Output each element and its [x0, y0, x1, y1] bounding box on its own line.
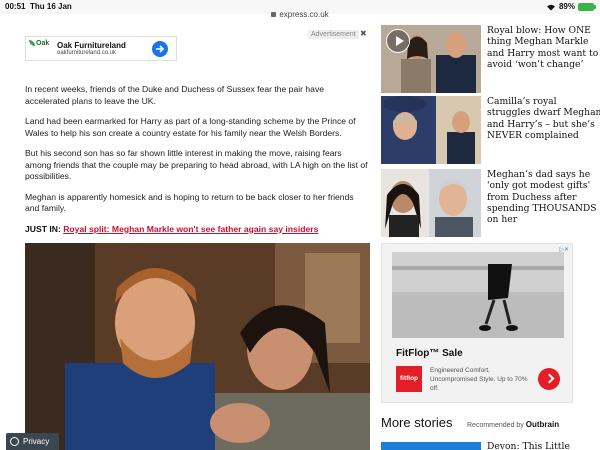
article-main-photo — [25, 243, 370, 450]
recommended-by[interactable]: Recommended by Outbrain — [467, 420, 559, 429]
just-in-label: JUST IN: — [25, 223, 61, 234]
sidebar-story[interactable]: Meghan’s dad says he 'only got modest gi… — [381, 169, 600, 237]
recommended-by-label: Recommended by — [467, 422, 524, 429]
ad-text-block: Oak Furnitureland oakfurnitureland.co.uk — [55, 41, 126, 56]
article-paragraph: In recent weeks, friends of the Duke and… — [25, 84, 325, 106]
story-thumbnail — [381, 169, 481, 237]
sidebar-ad-fitflop[interactable]: ▷✕ FitFlop™ Sale fitflop Engineered Comf… — [381, 243, 573, 403]
privacy-button[interactable]: Privacy — [6, 433, 59, 450]
more-stories-heading: More stories — [381, 415, 453, 430]
ad-domain: oakfurnitureland.co.uk — [57, 50, 117, 56]
outbrain-logo: Outbrain — [525, 420, 560, 429]
story-thumbnail — [381, 25, 481, 93]
gear-icon — [10, 437, 19, 446]
ad-brand-name: Oak Furnitureland — [57, 41, 126, 50]
sidebar-story-headline: Camilla’s royal struggles dwarf Meghan a… — [487, 96, 600, 141]
more-story-thumbnail[interactable] — [381, 442, 481, 450]
couple-photo-illustration — [25, 243, 370, 450]
fitflop-logo: fitflop — [396, 366, 422, 392]
leaf-icon — [29, 39, 35, 46]
just-in-link[interactable]: Royal split: Meghan Markle won't see fat… — [63, 224, 318, 234]
ad-close-icon[interactable]: ✖ — [360, 29, 367, 38]
sidebar-story-headline: Royal blow: How ONE thing Meghan Markle … — [487, 25, 599, 70]
article-paragraph: Land had been earmarked for Harry as par… — [25, 116, 356, 138]
ad-title: FitFlop™ Sale — [396, 348, 463, 359]
chevron-right-icon[interactable] — [538, 368, 560, 390]
sidebar-story[interactable]: Royal blow: How ONE thing Meghan Markle … — [381, 25, 600, 93]
article-body: In recent weeks, friends of the Duke and… — [25, 84, 370, 244]
url-text: express.co.uk — [279, 10, 329, 19]
ad-description: Engineered Comfort, Uncompromised Style.… — [430, 367, 528, 392]
advertisement-label: Advertisement — [308, 30, 359, 39]
just-in-line: JUST IN: Royal split: Meghan Markle won'… — [25, 224, 370, 236]
story-thumbnail — [381, 96, 481, 164]
more-story-headline[interactable]: Devon: This Little — [487, 441, 570, 450]
article-paragraph: But his second son has so far shown litt… — [25, 148, 368, 181]
url-bar[interactable]: express.co.uk — [0, 10, 600, 22]
sidebar-story-headline: Meghan’s dad says he 'only got modest gi… — [487, 169, 597, 226]
ad-banner-oak-furnitureland[interactable]: Oak Oak Furnitureland oakfurnitureland.c… — [25, 36, 177, 61]
lock-icon — [271, 12, 277, 18]
directions-arrow-icon[interactable] — [152, 41, 168, 57]
article-paragraph: Meghan is apparently homesick and is hop… — [25, 191, 354, 214]
ad-image — [392, 252, 564, 338]
play-icon[interactable] — [386, 29, 410, 53]
oak-logo: Oak — [29, 39, 55, 58]
privacy-label: Privacy — [23, 437, 50, 446]
sidebar-story[interactable]: Camilla’s royal struggles dwarf Meghan a… — [381, 96, 600, 164]
oak-logo-text: Oak — [36, 39, 50, 47]
